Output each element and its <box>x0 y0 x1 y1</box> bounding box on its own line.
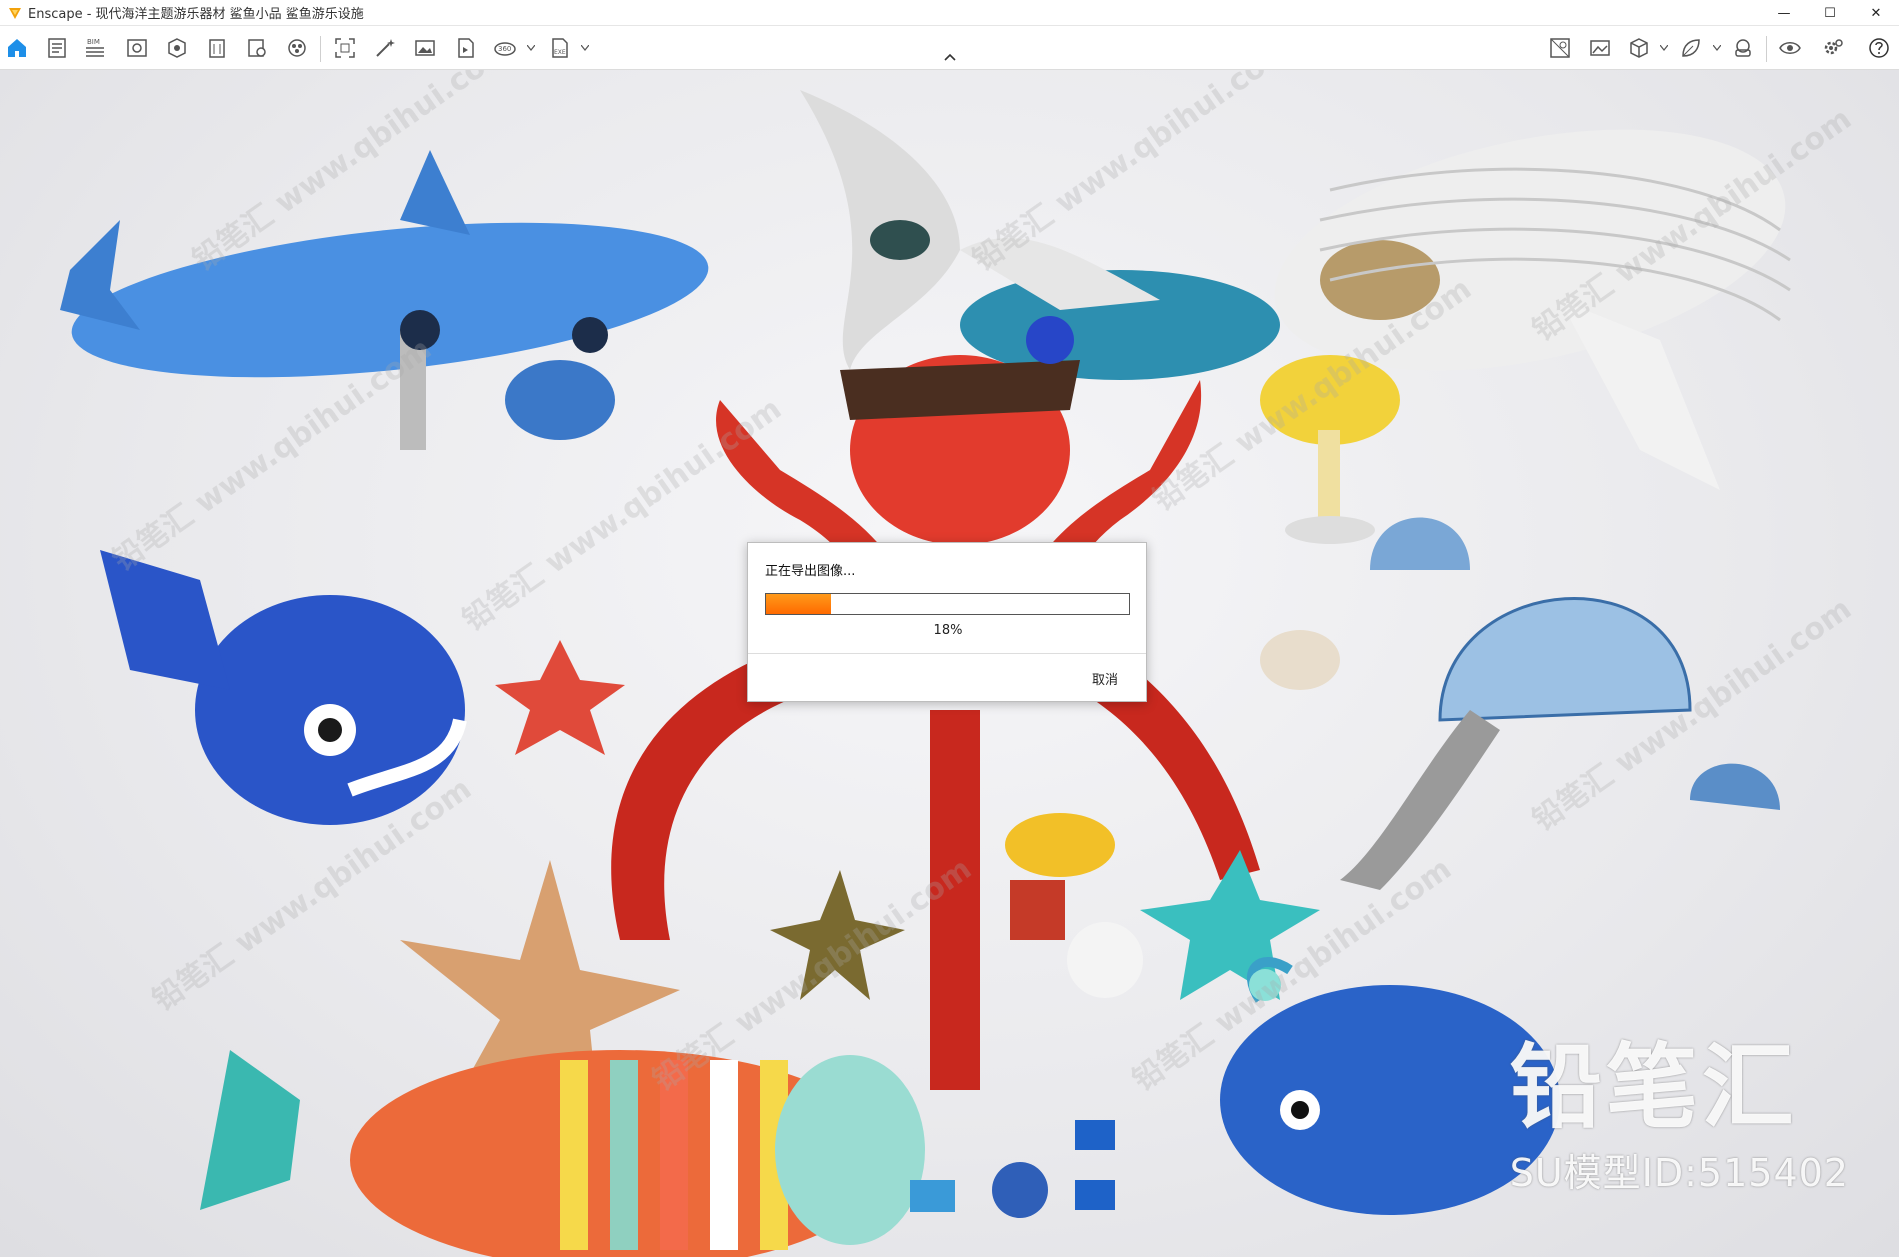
video-button[interactable] <box>450 34 480 62</box>
toolbar-separator <box>1766 36 1767 62</box>
minimize-button[interactable]: — <box>1761 0 1807 26</box>
sun-button[interactable] <box>162 34 192 62</box>
vr-headset-button[interactable] <box>1728 34 1758 62</box>
document-icon <box>48 38 66 58</box>
svg-text:EXE: EXE <box>554 49 566 56</box>
chevron-down-icon <box>1660 45 1668 51</box>
help-button[interactable] <box>1864 34 1894 62</box>
blue-shark-slide <box>60 150 709 450</box>
vr-headset-icon <box>1735 39 1751 57</box>
dialog-divider <box>748 653 1146 654</box>
image-icon <box>415 40 435 56</box>
chevron-up-icon <box>944 53 956 61</box>
panorama-icon: 360 <box>494 42 516 56</box>
jellyfish-domes <box>1340 517 1780 890</box>
export-progress-dialog: 正在导出图像... 18% 取消 <box>747 542 1147 702</box>
treasure-chest <box>1010 880 1065 940</box>
yellow-mushroom <box>1260 355 1400 544</box>
leaf-button[interactable] <box>1676 34 1706 62</box>
asset-library-button[interactable] <box>1545 34 1575 62</box>
chevron-down-icon <box>581 45 589 51</box>
dialog-title: 正在导出图像... <box>765 564 856 579</box>
enscape-logo-icon <box>6 4 24 22</box>
export-exe-button[interactable]: EXE <box>544 34 574 62</box>
material-icon <box>288 39 306 57</box>
model-id-label: SU模型ID:515402 <box>1509 1151 1849 1195</box>
asset-library-icon <box>1550 38 1570 58</box>
close-button[interactable]: ✕ <box>1853 0 1899 26</box>
leaf-dropdown-caret[interactable] <box>1712 41 1722 55</box>
export-dropdown-caret[interactable] <box>580 41 590 55</box>
title-bar: Enscape - 现代海洋主题游乐器材 鲨鱼小品 鲨鱼游乐设施 — ☐ ✕ <box>0 0 1899 26</box>
cube-button[interactable] <box>1624 34 1654 62</box>
cube-icon <box>1630 38 1648 58</box>
panorama-dropdown-caret[interactable] <box>526 41 536 55</box>
enscape-window: Enscape - 现代海洋主题游乐器材 鲨鱼小品 鲨鱼游乐设施 — ☐ ✕ B… <box>0 0 1899 1257</box>
blue-whale-climber <box>100 550 467 825</box>
gallery-icon <box>1590 40 1610 56</box>
material-button[interactable] <box>282 34 312 62</box>
red-starfish <box>495 640 625 755</box>
screenshot-button[interactable] <box>410 34 440 62</box>
view-mode-button[interactable] <box>122 34 152 62</box>
settings-doc-icon <box>248 39 266 57</box>
brown-starfish <box>770 870 905 1000</box>
window-controls: — ☐ ✕ <box>1761 0 1899 26</box>
brand-watermark: 铅笔汇 SU模型ID:515402 <box>1510 1042 1849 1197</box>
building-button[interactable] <box>202 34 232 62</box>
view-mode-icon <box>127 39 147 57</box>
help-icon <box>1869 38 1889 58</box>
settings-doc-button[interactable] <box>242 34 272 62</box>
teal-starfish <box>1140 850 1320 1000</box>
eye-icon <box>1779 42 1801 54</box>
chevron-down-icon <box>527 45 535 51</box>
window-title: Enscape - 现代海洋主题游乐器材 鲨鱼小品 鲨鱼游乐设施 <box>28 7 364 22</box>
cancel-button[interactable]: 取消 <box>1092 669 1118 688</box>
magic-wand-button[interactable] <box>370 34 400 62</box>
toolbar-collapse-button[interactable] <box>940 48 960 66</box>
small-blue-pieces <box>910 1120 1115 1218</box>
bim-icon: BIM <box>86 38 104 57</box>
progress-percent-label: 18% <box>933 623 963 638</box>
video-icon <box>458 38 474 58</box>
visibility-button[interactable] <box>1775 34 1805 62</box>
magic-wand-icon <box>376 39 395 57</box>
svg-text:BIM: BIM <box>87 38 100 46</box>
settings-button[interactable] <box>1818 34 1848 62</box>
coral <box>1067 922 1143 998</box>
export-exe-icon: EXE <box>552 38 568 58</box>
gear-icon <box>1824 39 1843 55</box>
capture-frame-icon <box>335 38 355 58</box>
toolbar-separator <box>320 36 321 62</box>
capture-frame-button[interactable] <box>330 34 360 62</box>
gallery-button[interactable] <box>1585 34 1615 62</box>
cube-dropdown-caret[interactable] <box>1659 41 1669 55</box>
brand-name: 铅笔汇 <box>1509 1034 1798 1141</box>
document-button[interactable] <box>42 34 72 62</box>
maximize-button[interactable]: ☐ <box>1807 0 1853 26</box>
tropical-fish <box>1005 813 1115 877</box>
bim-button[interactable]: BIM <box>80 34 110 62</box>
chevron-down-icon <box>1713 45 1721 51</box>
svg-text:360: 360 <box>498 45 511 53</box>
home-icon <box>8 39 26 57</box>
panorama-button[interactable]: 360 <box>490 34 520 62</box>
export-progress-bar <box>765 593 1130 615</box>
leaf-icon <box>1682 39 1700 57</box>
home-button[interactable] <box>2 34 32 62</box>
progress-bar-fill <box>766 594 832 614</box>
sun-icon <box>168 38 186 58</box>
striped-fish-slide <box>200 1050 925 1257</box>
building-icon <box>209 39 225 58</box>
pirate-octopus-slide <box>611 316 1260 1090</box>
seashell <box>1260 630 1340 690</box>
